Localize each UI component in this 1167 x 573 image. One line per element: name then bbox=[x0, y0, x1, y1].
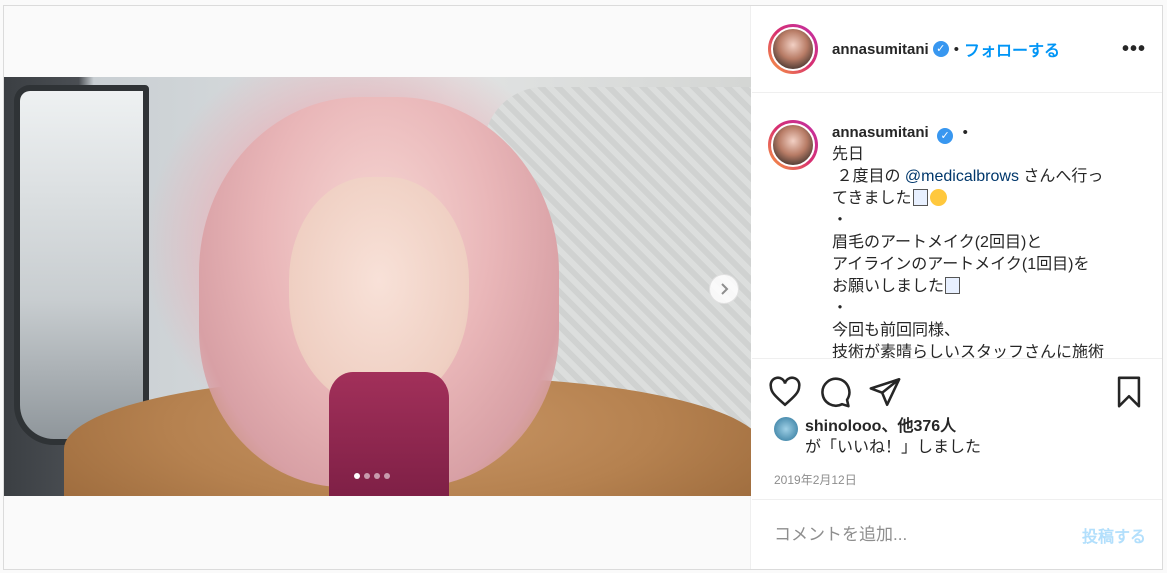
chevron-right-icon bbox=[721, 283, 729, 295]
caption-line: 先日 bbox=[832, 146, 865, 163]
caption-line: 眉毛のアートメイク(2回目)と bbox=[832, 234, 1043, 251]
comment-icon[interactable] bbox=[818, 375, 852, 409]
liker-avatar[interactable] bbox=[774, 417, 798, 441]
caption-username[interactable]: annasumitani bbox=[832, 124, 929, 141]
caption-line: ・ bbox=[832, 300, 849, 317]
caption-avatar[interactable] bbox=[768, 120, 818, 170]
caption-body: annasumitani ✓ • 先日 ２度目の @medicalbrows さ… bbox=[832, 122, 1105, 359]
carousel-dots bbox=[354, 473, 390, 479]
post-header: annasumitani ✓ • フォローする ••• bbox=[752, 6, 1162, 93]
caption-line: お願いしました bbox=[832, 276, 1104, 298]
caption-line-mention: ２度目の @medicalbrows さんへ行っ bbox=[832, 168, 1104, 185]
likes-count-link[interactable]: 、他376人 bbox=[881, 418, 956, 435]
caption-row: annasumitani ✓ • 先日 ２度目の @medicalbrows さ… bbox=[768, 120, 1146, 359]
phone-emoji-icon bbox=[912, 189, 928, 206]
carousel-dot bbox=[354, 473, 360, 479]
post-side-pane: annasumitani ✓ • フォローする ••• annasumitani… bbox=[752, 6, 1162, 569]
verified-badge-icon: ✓ bbox=[937, 128, 954, 144]
likes-suffix: が「いいね！」しました bbox=[805, 439, 982, 456]
follow-button[interactable]: フォローする bbox=[964, 37, 1060, 61]
media-pane bbox=[4, 6, 751, 569]
carousel-dot bbox=[384, 473, 390, 479]
caption-line: 技術が素晴らしいスタッフさんに施術 bbox=[832, 344, 1105, 359]
caption-area[interactable]: annasumitani ✓ • 先日 ２度目の @medicalbrows さ… bbox=[752, 94, 1162, 359]
bookmark-icon[interactable] bbox=[1112, 375, 1146, 409]
post-comment-button[interactable]: 投稿する bbox=[1082, 523, 1146, 547]
verified-badge-icon: ✓ bbox=[932, 41, 949, 57]
header-separator: • bbox=[953, 40, 959, 58]
smiling-face-hearts-emoji-icon bbox=[929, 189, 947, 206]
instagram-post: annasumitani ✓ • フォローする ••• annasumitani… bbox=[3, 5, 1163, 570]
caption-line: アイラインのアートメイク(1回目)を bbox=[832, 256, 1090, 273]
author-avatar[interactable] bbox=[768, 24, 818, 74]
heart-icon[interactable] bbox=[768, 375, 802, 409]
post-date[interactable]: 2019年2月12日 bbox=[774, 471, 857, 488]
caption-line: ・ bbox=[832, 212, 849, 229]
carousel-next-button[interactable] bbox=[709, 274, 739, 304]
more-options-button[interactable]: ••• bbox=[1122, 38, 1146, 61]
share-icon[interactable] bbox=[868, 375, 902, 409]
action-bar bbox=[768, 372, 1146, 412]
carousel-dot bbox=[374, 473, 380, 479]
phone-emoji-icon bbox=[945, 277, 961, 294]
caption-line: てきました bbox=[832, 188, 1104, 210]
mention-link[interactable]: @medicalbrows bbox=[905, 168, 1019, 185]
caption-line: 今回も前回同様、 bbox=[832, 322, 961, 339]
comment-input[interactable] bbox=[774, 524, 1082, 545]
author-username[interactable]: annasumitani bbox=[832, 41, 929, 58]
photo-car-window bbox=[14, 85, 149, 445]
likes-summary: shinolooo、他376人 が「いいね！」しました bbox=[774, 416, 981, 458]
caption-separator: • bbox=[962, 124, 968, 141]
liker-username[interactable]: shinolooo bbox=[805, 418, 881, 435]
post-photo[interactable] bbox=[4, 77, 751, 496]
comment-bar: 投稿する bbox=[752, 499, 1162, 569]
carousel-dot bbox=[364, 473, 370, 479]
